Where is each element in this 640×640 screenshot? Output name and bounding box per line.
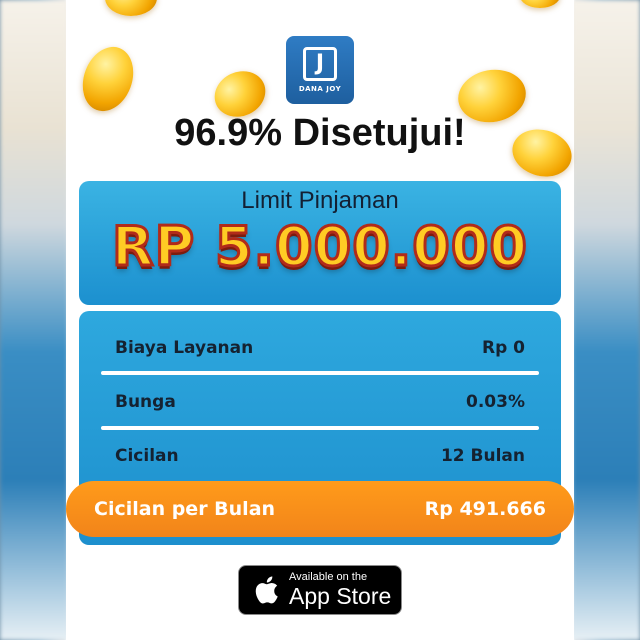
app-store-texts: Available on the App Store xyxy=(289,572,391,608)
loan-limit-amount: RP 5.000.000 xyxy=(111,214,529,280)
detail-value: Rp 0 xyxy=(481,338,525,358)
monthly-installment-label: Cicilan per Bulan xyxy=(94,498,276,520)
detail-label: Biaya Layanan xyxy=(115,338,254,358)
loan-limit-title: Limit Pinjaman xyxy=(241,187,399,214)
loan-limit-card: Limit Pinjaman RP 5.000.000 xyxy=(79,181,561,305)
detail-row-installment: Cicilan 12 Bulan xyxy=(115,441,525,471)
logo-mark-icon: J xyxy=(303,47,337,81)
logo-brand-text: DANA JOY xyxy=(298,85,342,93)
approval-headline: 96.9% Disetujui! xyxy=(174,112,466,154)
divider xyxy=(101,371,539,375)
detail-label: Cicilan xyxy=(115,446,179,466)
detail-label: Bunga xyxy=(115,392,176,412)
monthly-installment-value: Rp 491.666 xyxy=(424,498,546,520)
app-store-big-text: App Store xyxy=(289,583,392,609)
monthly-installment-banner: Cicilan per Bulan Rp 491.666 xyxy=(66,481,574,537)
app-store-small-text: Available on the xyxy=(289,571,368,583)
background-blur-left xyxy=(0,0,68,640)
detail-value: 12 Bulan xyxy=(440,446,525,466)
background-blur-right xyxy=(572,0,640,640)
detail-row-service-fee: Biaya Layanan Rp 0 xyxy=(115,333,525,363)
detail-row-interest: Bunga 0.03% xyxy=(115,387,525,417)
app-logo: J DANA JOY xyxy=(286,36,354,104)
app-store-button[interactable]: Available on the App Store xyxy=(238,565,402,615)
detail-value: 0.03% xyxy=(466,392,525,412)
divider xyxy=(101,426,539,430)
apple-icon xyxy=(255,576,278,604)
